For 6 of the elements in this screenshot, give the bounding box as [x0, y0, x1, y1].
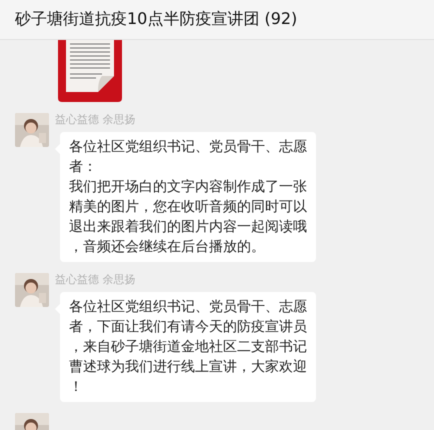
message-text: 各位社区党组织书记、党员骨干、志愿者：: [69, 138, 307, 177]
sender-name: 益心益德 余思扬: [55, 113, 136, 126]
message-text: 我们把开场白的文字内容制作成了一张精美的图片，您在收听音频的同时可以退出来跟着我们的图片内容一起阅读哦，音频还会继续在后台播放的。: [69, 178, 307, 257]
chat-title: 砂子塘街道抗疫10点半防疫宣讲团 (92): [15, 9, 298, 30]
sender-name: 益心益德 余思扬: [55, 273, 136, 286]
message-text: 各位社区党组织书记、党员骨干、志愿者，下面让我们有请今天的防疫宣讲员，来自砂子塘街道金地社区二支部书记曹述球为我们进行线上宣讲，大家欢迎！: [69, 298, 307, 397]
